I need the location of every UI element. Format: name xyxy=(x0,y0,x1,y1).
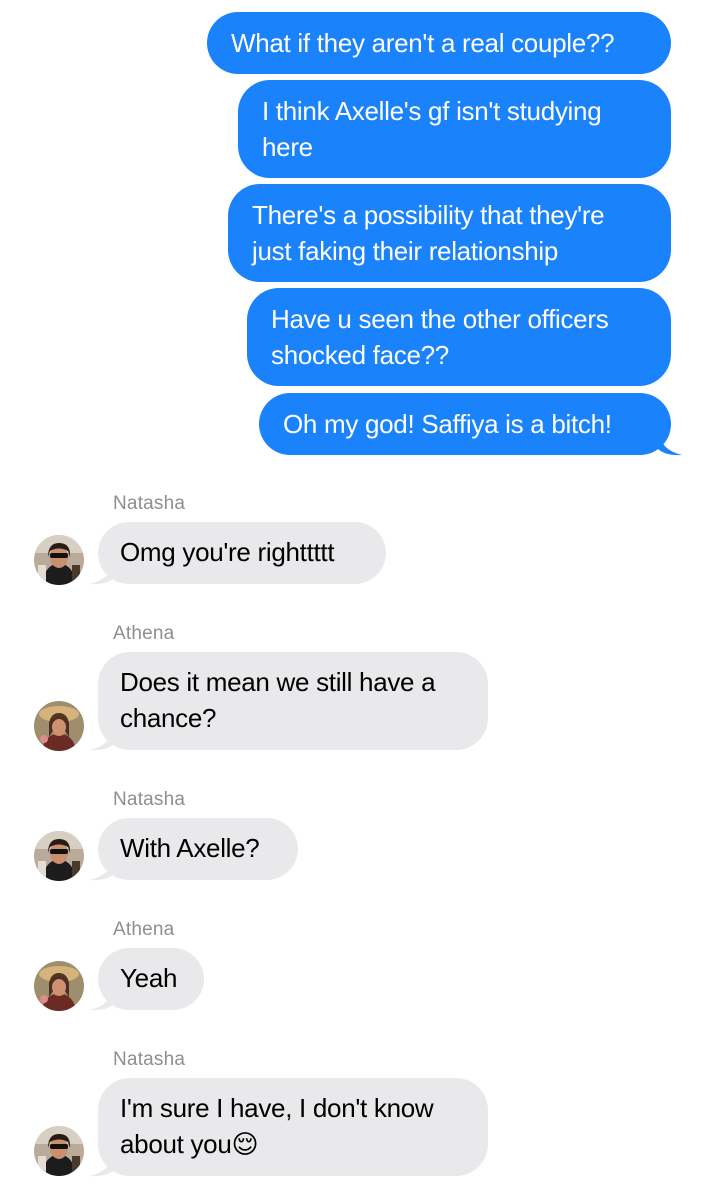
outgoing-message[interactable]: What if they aren't a real couple?? xyxy=(207,12,671,74)
message-text: I think Axelle's gf isn't studying here xyxy=(262,96,602,162)
outgoing-message[interactable]: Oh my god! Saffiya is a bitch! xyxy=(259,393,671,455)
message-text: What if they aren't a real couple?? xyxy=(231,28,615,58)
outgoing-message[interactable]: There's a possibility that they're just … xyxy=(228,184,671,282)
message-text: Oh my god! Saffiya is a bitch! xyxy=(283,409,612,439)
relieved-face-emoji: 😌 xyxy=(231,1129,259,1159)
natasha-avatar[interactable] xyxy=(34,1126,84,1176)
incoming-message[interactable]: I'm sure I have, I don't know about you😌 xyxy=(98,1078,488,1176)
message-text: Yeah xyxy=(120,963,178,993)
sender-name: Athena xyxy=(113,919,175,940)
natasha-avatar[interactable] xyxy=(34,535,84,585)
athena-avatar[interactable] xyxy=(34,961,84,1011)
message-text: Does it mean we still have a chance? xyxy=(120,667,436,733)
avatar-image xyxy=(34,1126,84,1176)
athena-avatar[interactable] xyxy=(34,701,84,751)
message-text: Omg you're righttttt xyxy=(120,537,335,567)
avatar-image xyxy=(34,961,84,1011)
bubble-tail xyxy=(90,855,114,881)
message-text: With Axelle? xyxy=(120,833,260,863)
bubble-tail xyxy=(90,725,114,751)
sender-name: Natasha xyxy=(113,493,186,514)
bubble-tail xyxy=(658,430,682,456)
avatar-image xyxy=(34,831,84,881)
incoming-message[interactable]: Does it mean we still have a chance? xyxy=(98,652,488,750)
sender-name: Natasha xyxy=(113,789,186,810)
natasha-avatar[interactable] xyxy=(34,831,84,881)
sender-name: Athena xyxy=(113,623,175,644)
avatar-image xyxy=(34,701,84,751)
message-text: I'm sure I have, I don't know about you xyxy=(120,1093,434,1159)
avatar-image xyxy=(34,535,84,585)
outgoing-message[interactable]: Have u seen the other officers shocked f… xyxy=(247,288,671,386)
outgoing-message[interactable]: I think Axelle's gf isn't studying here xyxy=(238,80,671,178)
message-text: There's a possibility that they're just … xyxy=(252,200,605,266)
sender-name: Natasha xyxy=(113,1049,186,1070)
incoming-message[interactable]: With Axelle? xyxy=(98,818,298,880)
incoming-message[interactable]: Omg you're righttttt xyxy=(98,522,386,584)
message-text: Have u seen the other officers shocked f… xyxy=(271,304,609,370)
bubble-tail xyxy=(90,985,114,1011)
bubble-tail xyxy=(90,559,114,585)
message-thread: What if they aren't a real couple?? I th… xyxy=(0,0,720,1191)
bubble-tail xyxy=(90,1151,114,1177)
